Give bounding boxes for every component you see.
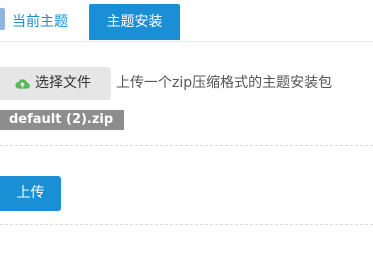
tab-bar: 当前主题 主题安装 [0,0,373,42]
choose-file-label: 选择文件 [35,75,91,91]
tab-current-theme[interactable]: 当前主题 [7,4,73,40]
section-divider [0,145,373,146]
cloud-upload-icon [15,79,30,89]
choose-file-button[interactable]: 选择文件 [0,67,111,100]
selected-file-tag: default (2).zip [0,110,125,130]
section-divider [0,224,373,225]
upload-hint-text: 上传一个zip压缩格式的主题安装包 [116,75,333,91]
upload-button[interactable]: 上传 [0,176,61,211]
corner-indicator [0,8,5,30]
tab-theme-install[interactable]: 主题安装 [89,4,180,40]
